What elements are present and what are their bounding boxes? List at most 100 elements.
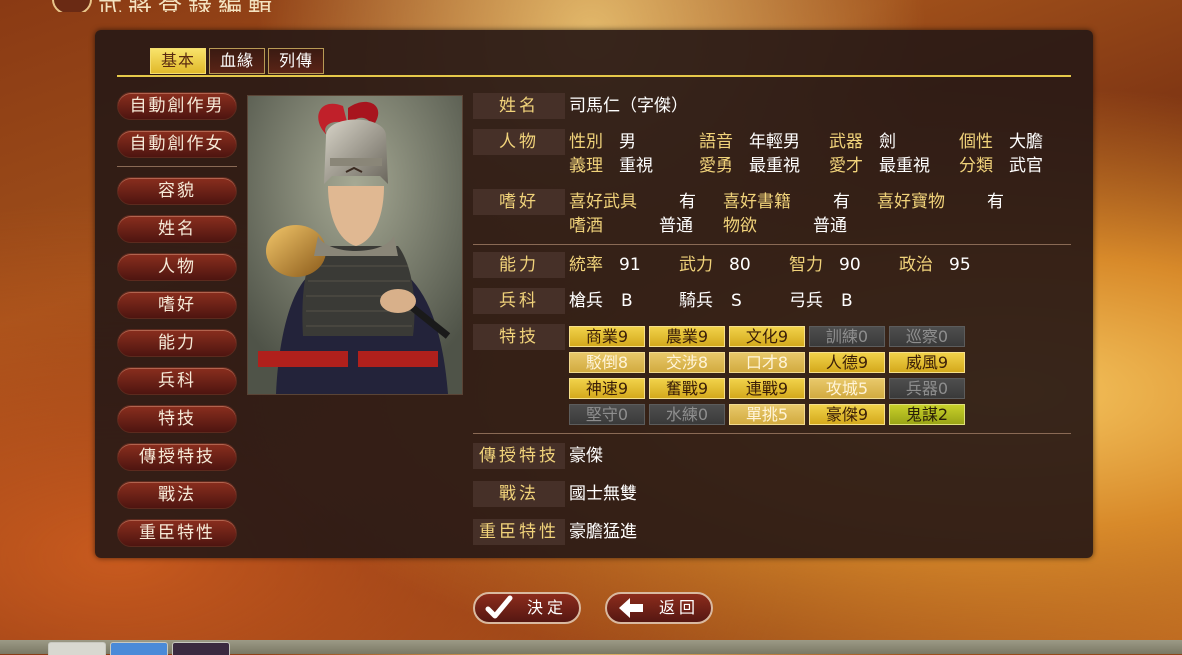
retainer-trait-value: 豪膽猛進 [569, 522, 637, 542]
skill-chip[interactable]: 威風9 [889, 352, 965, 373]
name-label: 姓名 [473, 93, 565, 119]
back-label: 返回 [659, 598, 700, 617]
person-key-love-talent: 愛才 [829, 156, 863, 176]
person-key-weapon: 武器 [829, 132, 863, 152]
back-arrow-icon [619, 598, 643, 618]
skill-chip[interactable]: 攻城5 [809, 378, 885, 399]
tab-biography[interactable]: 列傳 [268, 48, 324, 74]
hobby-value-arms: 有 [679, 192, 696, 212]
skill-chip[interactable]: 巡察0 [889, 326, 965, 347]
appearance-button[interactable]: 容貌 [117, 177, 237, 205]
game-emblem-icon [52, 0, 92, 12]
skill-chip[interactable]: 鬼謀2 [889, 404, 965, 425]
troop-key-cavalry: 騎兵 [679, 291, 713, 311]
retainer-trait-button[interactable]: 重臣特性 [117, 519, 237, 547]
skill-chip[interactable]: 駁倒8 [569, 352, 645, 373]
person-button[interactable]: 人物 [117, 253, 237, 281]
tactic-label: 戰法 [473, 481, 565, 507]
skill-chip[interactable]: 人德9 [809, 352, 885, 373]
skill-chip[interactable]: 連戰9 [729, 378, 805, 399]
confirm-button[interactable]: 決定 [473, 592, 581, 624]
editor-panel: 基本 血緣 列傳 自動創作男 自動創作女 容貌 姓名 人物 嗜好 能力 兵科 特… [95, 30, 1093, 558]
taskbar-mail-icon[interactable] [110, 642, 168, 655]
name-value: 司馬仁（字傑） [569, 96, 688, 116]
ability-button[interactable]: 能力 [117, 329, 237, 357]
teach-skill-label: 傳授特技 [473, 443, 565, 469]
name-button[interactable]: 姓名 [117, 215, 237, 243]
person-key-righteousness: 義理 [569, 156, 603, 176]
person-key-love-bravery: 愛勇 [699, 156, 733, 176]
person-value-righteousness: 重視 [619, 156, 653, 176]
divider-1 [473, 244, 1071, 245]
ability-key-intellect: 智力 [789, 255, 823, 275]
hobby-value-wine: 普通 [659, 216, 693, 236]
hobby-key-greed: 物欲 [723, 216, 757, 236]
skill-chip[interactable]: 口才8 [729, 352, 805, 373]
skill-chip[interactable]: 交涉8 [649, 352, 725, 373]
ability-value-war: 80 [729, 255, 751, 275]
hobby-button[interactable]: 嗜好 [117, 291, 237, 319]
ability-label: 能力 [473, 252, 565, 278]
side-divider [117, 166, 237, 167]
checkmark-icon [485, 595, 513, 619]
person-key-personality: 個性 [959, 132, 993, 152]
skill-chip[interactable]: 堅守0 [569, 404, 645, 425]
tab-bar: 基本 血緣 列傳 [150, 48, 324, 74]
ability-value-politics: 95 [949, 255, 971, 275]
skill-chip[interactable]: 神速9 [569, 378, 645, 399]
person-key-category: 分類 [959, 156, 993, 176]
taskbar-game-icon[interactable] [172, 642, 230, 655]
skill-chip[interactable]: 兵器0 [889, 378, 965, 399]
hobby-key-books: 喜好書籍 [723, 192, 791, 212]
teach-skill-value: 豪傑 [569, 446, 603, 466]
skill-chip[interactable]: 單挑5 [729, 404, 805, 425]
troop-key-bow: 弓兵 [789, 291, 823, 311]
hobby-value-greed: 普通 [813, 216, 847, 236]
ability-key-war: 武力 [679, 255, 713, 275]
ability-key-politics: 政治 [899, 255, 933, 275]
hobby-key-wine: 嗜酒 [569, 216, 603, 236]
divider-2 [473, 433, 1071, 434]
troop-key-spear: 槍兵 [569, 291, 603, 311]
person-value-weapon: 劍 [879, 132, 896, 152]
skill-chip[interactable]: 奮戰9 [649, 378, 725, 399]
troops-button[interactable]: 兵科 [117, 367, 237, 395]
portrait-illustration [248, 96, 462, 394]
skill-chip[interactable]: 農業9 [649, 326, 725, 347]
skills-button[interactable]: 特技 [117, 405, 237, 433]
retainer-trait-label: 重臣特性 [473, 519, 565, 545]
person-value-voice: 年輕男 [749, 132, 800, 152]
person-key-voice: 語音 [699, 132, 733, 152]
tab-underline [117, 75, 1071, 77]
title-bar: 武將登錄編輯 [0, 0, 1182, 12]
auto-create-male-button[interactable]: 自動創作男 [117, 92, 237, 120]
person-value-personality: 大膽 [1009, 132, 1043, 152]
skill-chip[interactable]: 豪傑9 [809, 404, 885, 425]
back-button[interactable]: 返回 [605, 592, 713, 624]
ability-value-leadership: 91 [619, 255, 641, 275]
troop-value-bow: B [841, 291, 853, 311]
skill-chip[interactable]: 文化9 [729, 326, 805, 347]
confirm-label: 決定 [527, 598, 568, 617]
tactic-value: 國士無雙 [569, 484, 637, 504]
skill-chip[interactable]: 水練0 [649, 404, 725, 425]
hobby-key-treasure: 喜好寶物 [877, 192, 945, 212]
tab-basic[interactable]: 基本 [150, 48, 206, 74]
auto-create-female-button[interactable]: 自動創作女 [117, 130, 237, 158]
officer-portrait[interactable] [247, 95, 463, 395]
tactic-button[interactable]: 戰法 [117, 481, 237, 509]
skills-label: 特技 [473, 324, 565, 350]
screen-title: 武將登錄編輯 [98, 0, 278, 12]
troop-value-cavalry: S [731, 291, 742, 311]
skill-chip[interactable]: 商業9 [569, 326, 645, 347]
person-value-love-talent: 最重視 [879, 156, 930, 176]
taskbar-browser-icon[interactable] [48, 642, 106, 655]
hobby-value-treasure: 有 [987, 192, 1004, 212]
person-value-love-bravery: 最重視 [749, 156, 800, 176]
hobby-key-arms: 喜好武具 [569, 192, 637, 212]
teach-skill-button[interactable]: 傳授特技 [117, 443, 237, 471]
skill-chip[interactable]: 訓練0 [809, 326, 885, 347]
person-value-category: 武官 [1009, 156, 1043, 176]
tab-lineage[interactable]: 血緣 [209, 48, 265, 74]
person-value-gender: 男 [619, 132, 636, 152]
